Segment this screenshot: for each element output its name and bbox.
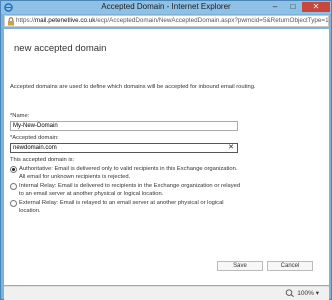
url-prefix: https:// [16, 17, 35, 24]
radio-label-external-relay: External Relay: Email is relayed to an e… [19, 200, 224, 214]
save-button[interactable]: Save [217, 261, 263, 271]
minimize-button[interactable]: – [266, 2, 284, 12]
url-domain: mail.petenetlive.co.uk [34, 17, 96, 24]
accepted-domain-label: *Accepted domain: [10, 135, 59, 141]
maximize-button[interactable]: □ [284, 2, 302, 12]
radio-button-external-relay[interactable] [10, 200, 17, 207]
radio-button-authoritative[interactable] [10, 166, 17, 173]
chevron-down-icon[interactable]: ▾ [316, 290, 319, 297]
domain-type-label: This accepted domain is: [10, 157, 75, 163]
dialog-content: new accepted domain Accepted domains are… [4, 29, 329, 285]
browser-window: Accepted Domain - Internet Explorer – □ … [0, 0, 332, 300]
radio-label-authoritative: Authoritative: Email is delivered only t… [19, 166, 238, 180]
status-bar: 100% ▾ [4, 286, 329, 300]
lock-icon [8, 17, 14, 26]
accepted-domain-field[interactable]: newdomain.com ✕ [10, 143, 238, 153]
address-bar[interactable]: https://mail.petenetlive.co.uk/ecp/Accep… [4, 15, 329, 27]
zoom-level: 100% [297, 290, 314, 297]
close-button[interactable]: ✕ [302, 2, 330, 12]
page-title: new accepted domain [14, 43, 107, 54]
radio-label-internal-relay: Internal Relay: Email is delivered to re… [19, 183, 241, 197]
url-path: /ecp/AcceptedDomain/NewAcceptedDomain.as… [95, 17, 329, 24]
page-description: Accepted domains are used to define whic… [10, 84, 256, 90]
url-text: https://mail.petenetlive.co.uk/ecp/Accep… [16, 17, 329, 24]
radio-button-internal-relay[interactable] [10, 183, 17, 190]
name-field[interactable]: My-New-Domain [10, 121, 238, 131]
clear-icon[interactable]: ✕ [228, 144, 234, 152]
title-bar: Accepted Domain - Internet Explorer – □ … [1, 1, 331, 14]
accepted-domain-value: newdomain.com [13, 145, 57, 151]
name-label: *Name: [10, 113, 30, 119]
zoom-icon [286, 289, 295, 298]
cancel-button[interactable]: Cancel [267, 261, 313, 271]
zoom-control[interactable]: 100% ▾ [285, 289, 319, 298]
